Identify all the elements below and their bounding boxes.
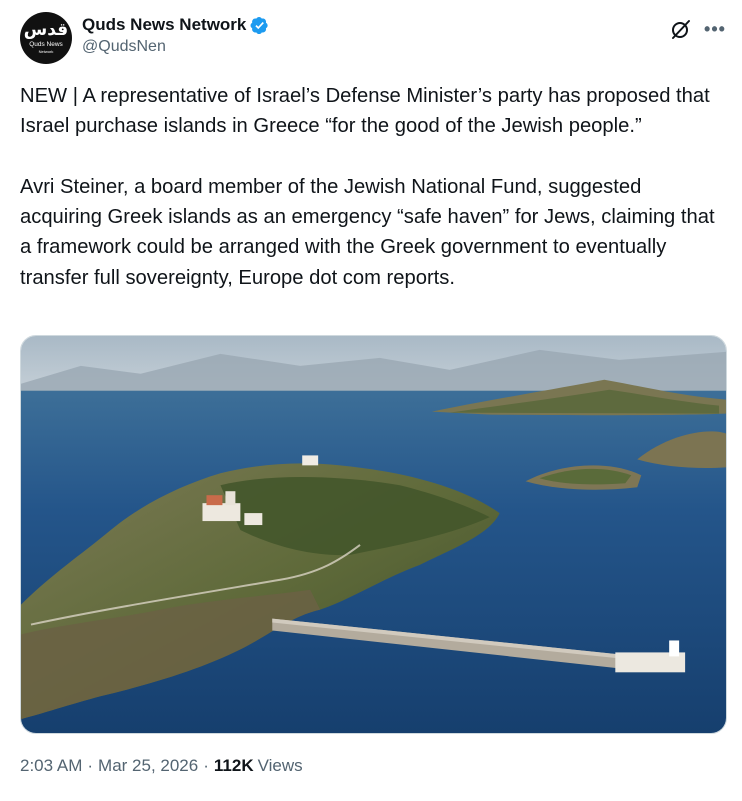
tweet-paragraph: NEW | A representative of Israel’s Defen… [20,85,710,138]
meta-separator: · [87,756,94,775]
views-count[interactable]: 112K [214,756,254,776]
tweet-meta: 2:03 AM · Mar 25, 2026 · 112K Views [20,756,303,776]
author-handle[interactable]: @QudsNen [82,38,269,56]
views-label: Views [257,756,303,775]
more-icon[interactable]: ••• [704,18,726,40]
tweet-time[interactable]: 2:03 AM [20,756,82,776]
author-display-name[interactable]: Quds News Network [82,15,246,35]
author-info: Quds News Network @QudsNen [82,14,269,56]
tweet: قدس Quds News Network Quds News Network … [0,0,742,801]
tweet-photo[interactable] [20,335,727,734]
grok-icon[interactable] [670,18,692,40]
meta-separator: · [203,756,209,775]
avatar-logo-line1: Quds News [29,41,63,48]
verified-badge-icon [250,16,269,35]
tweet-paragraph: Avri Steiner, a board member of the Jewi… [20,175,715,289]
avatar[interactable]: قدس Quds News Network [20,12,72,64]
tweet-text: NEW | A representative of Israel’s Defen… [20,81,726,293]
avatar-logo-line2: Network [38,49,54,54]
tweet-header: قدس Quds News Network Quds News Network … [20,12,726,66]
tweet-date[interactable]: Mar 25, 2026 [98,756,198,776]
avatar-logo-mark: قدس [23,20,69,40]
